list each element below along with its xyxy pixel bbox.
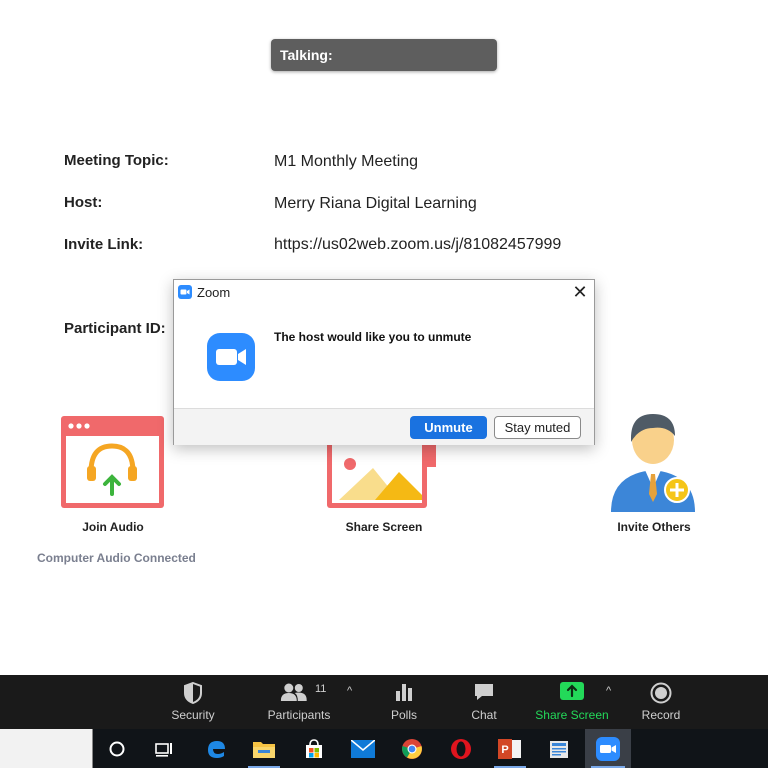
record-button[interactable]: Record bbox=[636, 675, 686, 729]
security-button[interactable]: Security bbox=[163, 675, 223, 729]
participant-count: 11 bbox=[315, 683, 327, 695]
record-icon bbox=[650, 682, 672, 704]
polls-icon bbox=[396, 684, 412, 701]
meeting-toolbar: Security 11 Participants ^ Polls Chat Sh bbox=[0, 675, 768, 729]
store-icon[interactable] bbox=[292, 729, 336, 768]
zoom-camera-icon bbox=[207, 333, 255, 381]
dialog-message: The host would like you to unmute bbox=[274, 330, 472, 344]
participants-icon bbox=[280, 683, 307, 701]
file-explorer-icon[interactable] bbox=[242, 729, 286, 768]
taskbar-search-box[interactable] bbox=[0, 729, 93, 768]
polls-button[interactable]: Polls bbox=[379, 675, 429, 729]
invite-link-value[interactable]: https://us02web.zoom.us/j/81082457999 bbox=[274, 236, 561, 254]
participants-button[interactable]: 11 Participants bbox=[263, 675, 335, 729]
opera-icon[interactable] bbox=[439, 729, 483, 768]
participants-label: Participants bbox=[267, 708, 331, 722]
chat-button[interactable]: Chat bbox=[459, 675, 509, 729]
share-caret-icon[interactable]: ^ bbox=[606, 685, 611, 697]
unmute-button[interactable]: Unmute bbox=[410, 416, 487, 439]
host-label: Host: bbox=[64, 194, 103, 211]
edge-icon[interactable] bbox=[194, 729, 238, 768]
zoom-icon[interactable] bbox=[585, 729, 631, 768]
stay-muted-button[interactable]: Stay muted bbox=[494, 416, 581, 439]
share-screen-tile[interactable] bbox=[327, 440, 439, 510]
record-label: Record bbox=[641, 708, 681, 722]
invite-link-label: Invite Link: bbox=[64, 236, 144, 253]
invite-person-icon bbox=[611, 414, 695, 512]
meeting-topic-label: Meeting Topic: bbox=[64, 152, 169, 169]
share-screen-label: Share Screen bbox=[345, 520, 423, 534]
dialog-title: Zoom bbox=[197, 285, 231, 300]
chrome-icon[interactable] bbox=[390, 729, 434, 768]
meeting-topic-value: M1 Monthly Meeting bbox=[274, 153, 419, 170]
invite-others-label: Invite Others bbox=[617, 520, 691, 534]
svg-text:P: P bbox=[501, 744, 508, 756]
close-icon[interactable]: ✕ bbox=[571, 283, 589, 301]
share-screen-icon bbox=[327, 440, 436, 508]
invite-others-button[interactable] bbox=[607, 408, 699, 514]
mail-icon[interactable] bbox=[341, 729, 385, 768]
publisher-icon[interactable] bbox=[537, 729, 581, 768]
zoom-small-icon bbox=[178, 285, 192, 299]
polls-label: Polls bbox=[390, 708, 417, 722]
chat-icon bbox=[475, 684, 493, 700]
participant-id-label: Participant ID: bbox=[64, 320, 166, 337]
share-screen-arrow-icon bbox=[560, 682, 584, 700]
powerpoint-icon[interactable]: P bbox=[488, 729, 532, 768]
windows-taskbar: P bbox=[0, 729, 768, 768]
talking-indicator: Talking: bbox=[271, 39, 497, 71]
participants-caret-icon[interactable]: ^ bbox=[347, 685, 352, 697]
unmute-request-dialog: Zoom ✕ The host would like you to unmute… bbox=[173, 279, 595, 445]
chat-label: Chat bbox=[471, 708, 497, 722]
audio-status-text: Computer Audio Connected bbox=[37, 551, 196, 565]
join-audio-button[interactable] bbox=[61, 416, 164, 508]
join-audio-label: Join Audio bbox=[82, 520, 144, 534]
dialog-footer: Unmute Stay muted bbox=[174, 408, 594, 445]
host-value: Merry Riana Digital Learning bbox=[274, 195, 477, 212]
join-audio-icon bbox=[61, 416, 164, 508]
shield-icon bbox=[184, 682, 202, 704]
share-screen-button[interactable]: Share Screen bbox=[535, 675, 609, 729]
security-label: Security bbox=[171, 708, 215, 722]
task-view-icon[interactable] bbox=[142, 729, 186, 768]
share-screen-toolbar-label: Share Screen bbox=[535, 708, 609, 722]
cortana-icon[interactable] bbox=[95, 729, 139, 768]
